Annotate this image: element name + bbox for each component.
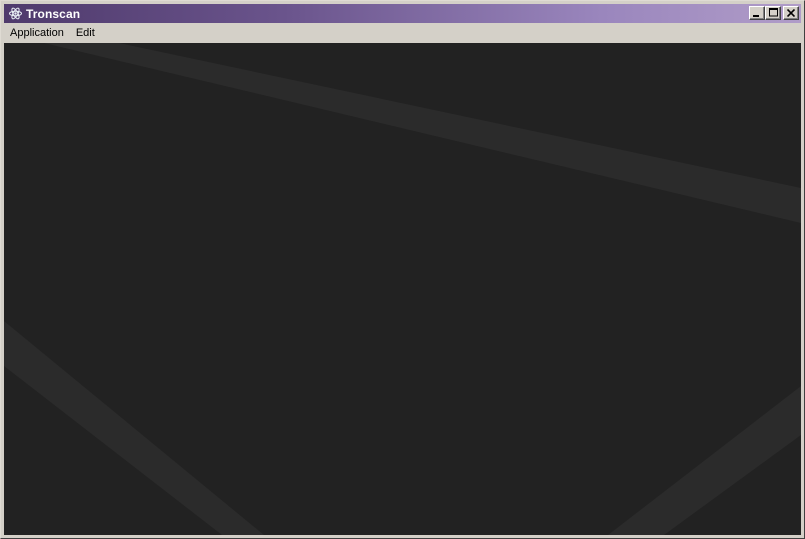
window-title: Tronscan	[26, 6, 81, 21]
menu-bar: Application Edit	[4, 23, 801, 43]
window-controls	[749, 6, 799, 20]
maximize-icon	[768, 4, 778, 22]
app-window: Tronscan Application Edit	[0, 0, 805, 539]
app-content-area[interactable]	[4, 43, 801, 535]
menu-item-edit[interactable]: Edit	[70, 23, 101, 43]
title-bar[interactable]: Tronscan	[4, 4, 801, 23]
minimize-icon	[753, 4, 761, 22]
maximize-button[interactable]	[765, 6, 781, 20]
electron-atom-icon[interactable]	[8, 7, 22, 21]
close-icon	[786, 4, 796, 22]
menu-item-application[interactable]: Application	[4, 23, 70, 43]
background-graphic	[4, 43, 801, 535]
close-button[interactable]	[783, 6, 799, 20]
minimize-button[interactable]	[749, 6, 765, 20]
